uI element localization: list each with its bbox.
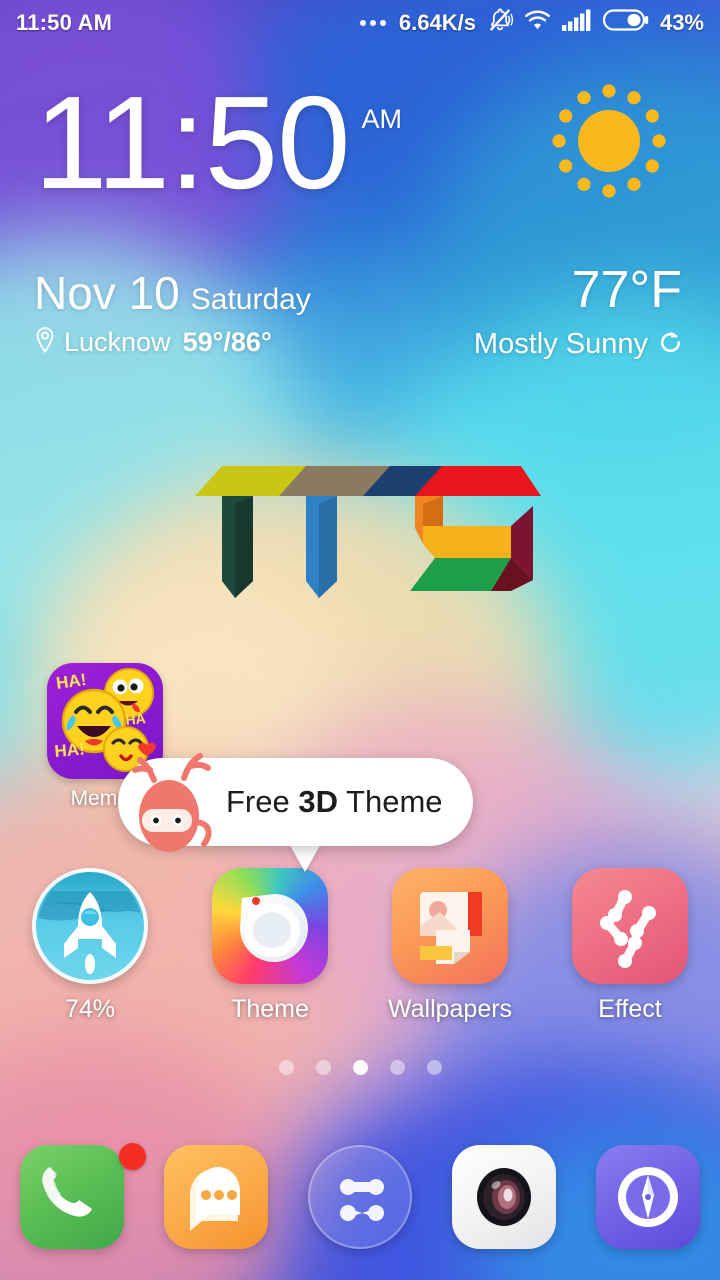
dock-item-phone[interactable] <box>0 1143 146 1249</box>
location-row[interactable]: Lucknow 59°/86° <box>34 326 272 359</box>
svg-text:HA!: HA! <box>54 739 86 761</box>
phone-icon <box>20 1145 124 1249</box>
page-dot-4[interactable] <box>426 1060 442 1075</box>
clock-time-group[interactable]: 11:50 AM <box>34 69 403 216</box>
status-bar[interactable]: 11:50 AM 6.64K/s 43% <box>0 0 720 46</box>
free-3d-theme-tooltip[interactable]: Free 3D Theme <box>118 753 473 872</box>
page-indicator[interactable] <box>0 1060 720 1075</box>
phone-notification-badge <box>119 1143 146 1170</box>
dock <box>0 1132 720 1262</box>
app-label-wallpapers: Wallpapers <box>387 995 513 1023</box>
weather-condition-text: Mostly Sunny <box>473 328 648 360</box>
page-dot-1[interactable] <box>315 1060 331 1075</box>
deer-mascot-icon <box>120 736 238 863</box>
home-screen: 11:50 AM 6.64K/s 43% 11:50 AM Nov 10 Sat… <box>0 0 720 1280</box>
weekday-text: Saturday <box>190 283 311 316</box>
dock-item-camera[interactable] <box>432 1145 576 1249</box>
sunny-icon <box>550 82 668 205</box>
app-icon-effect[interactable]: Effect <box>540 868 720 1028</box>
page-dot-2[interactable] <box>352 1060 368 1075</box>
tts-logo <box>195 448 541 605</box>
clock-ampm: AM <box>361 104 403 134</box>
tooltip-text: Free 3D Theme <box>226 784 443 819</box>
wifi-icon <box>524 9 551 37</box>
battery-percent-text: 43% <box>659 10 704 35</box>
page-dot-0[interactable] <box>278 1060 294 1075</box>
theme-palette-icon <box>212 868 328 984</box>
tooltip-tail <box>288 842 322 872</box>
dock-item-messages[interactable] <box>144 1145 288 1249</box>
app-label-theme: Theme <box>231 995 309 1023</box>
app-row: 74% Theme Wallpapers Effect <box>0 868 720 1028</box>
clock-weather-widget[interactable]: 11:50 AM Nov 10 Saturday Lucknow 59°/86°… <box>0 60 720 370</box>
wallpapers-icon <box>392 868 508 984</box>
bell-muted-icon <box>487 7 514 39</box>
status-bar-clock: 11:50 AM <box>16 10 113 35</box>
svg-text:HA!: HA! <box>55 670 88 693</box>
temperature-range: 59°/86° <box>182 327 272 357</box>
app-icon-wallpapers[interactable]: Wallpapers <box>360 868 540 1028</box>
app-drawer-icon <box>308 1145 412 1249</box>
current-temperature: 77°F <box>571 261 682 319</box>
effect-nodes-icon <box>572 868 688 984</box>
app-label-boost: 74% <box>64 995 116 1023</box>
location-city: Lucknow <box>64 327 171 357</box>
svg-text:HA: HA <box>125 710 147 728</box>
refresh-icon[interactable] <box>657 329 684 361</box>
clock-time: 11:50 <box>34 69 351 216</box>
app-icon-boost[interactable]: 74% <box>0 868 180 1028</box>
cellular-signal-icon <box>561 9 592 37</box>
browser-compass-icon <box>596 1145 700 1249</box>
app-icon-theme[interactable]: Theme <box>180 868 360 1028</box>
more-dots-icon <box>359 20 386 26</box>
messages-icon <box>164 1145 268 1249</box>
dock-item-app-drawer[interactable] <box>288 1145 432 1249</box>
battery-icon <box>602 8 649 38</box>
tooltip-bubble[interactable]: Free 3D Theme <box>118 753 473 852</box>
dock-item-browser[interactable] <box>576 1145 720 1249</box>
date-row: Nov 10 Saturday <box>34 266 311 320</box>
date-text: Nov 10 <box>34 267 180 319</box>
camera-icon <box>452 1145 556 1249</box>
location-pin-icon <box>34 326 56 359</box>
page-dot-3[interactable] <box>389 1060 405 1075</box>
weather-condition-row[interactable]: Mostly Sunny <box>474 328 684 361</box>
app-label-effect: Effect <box>598 995 662 1023</box>
rocket-boost-icon <box>32 868 148 984</box>
network-speed-text: 6.64K/s <box>398 10 476 35</box>
